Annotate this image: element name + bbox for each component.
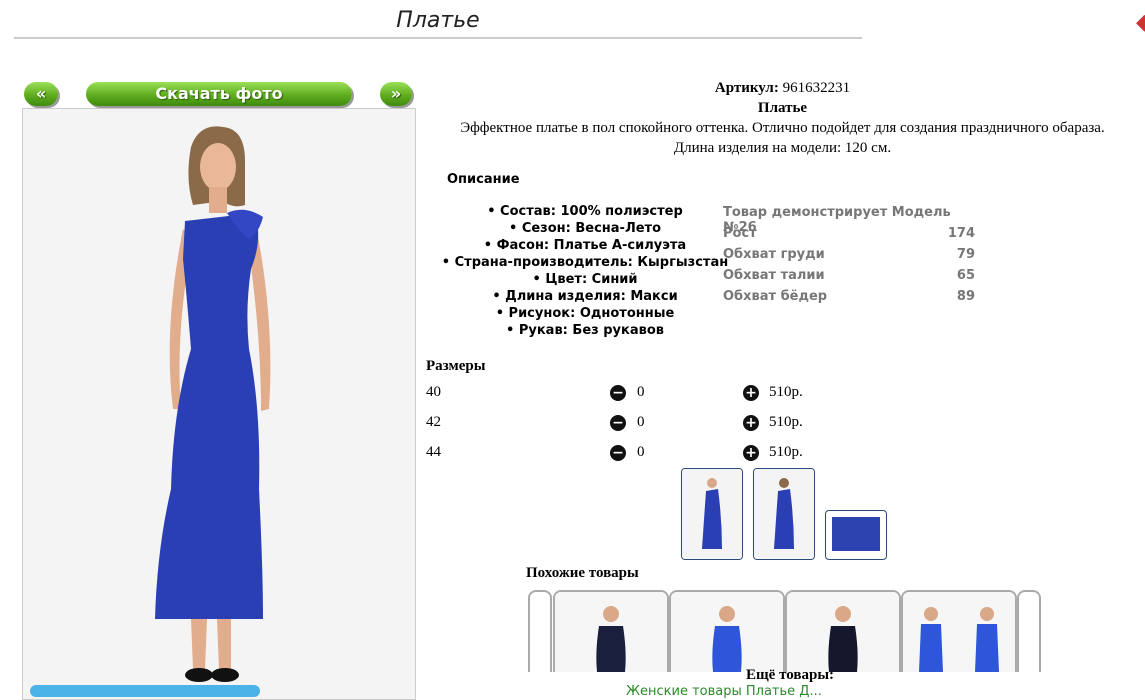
minus-icon[interactable]: −: [610, 415, 626, 431]
size-quantity: 0: [637, 384, 645, 400]
size-value: 42: [426, 414, 441, 430]
size-row: 42 − 0 + 510р.: [426, 414, 826, 434]
plus-icon[interactable]: +: [743, 445, 759, 461]
minus-icon[interactable]: −: [610, 445, 626, 461]
similar-item[interactable]: [785, 590, 901, 672]
properties-list: • Состав: 100% полиэстер • Сезон: Весна-…: [430, 203, 740, 339]
product-description: Эффектное платье в пол спокойного оттенк…: [460, 120, 1105, 136]
size-quantity: 0: [637, 444, 645, 460]
model-row: Обхват бёдер 89: [723, 289, 975, 304]
color-swatch-thumbnail[interactable]: [825, 510, 887, 560]
product-info: Артикул: 961632231 Платье Эффектное плат…: [420, 78, 1145, 158]
next-photo-button[interactable]: »: [380, 82, 412, 106]
size-price: 510р.: [769, 414, 803, 430]
similar-next-arrow[interactable]: [1017, 590, 1041, 672]
size-row: 44 − 0 + 510р.: [426, 444, 826, 464]
property-item: • Цвет: Синий: [532, 272, 638, 287]
size-value: 40: [426, 384, 441, 400]
article-number: 961632231: [782, 80, 851, 96]
model-row: Рост 174: [723, 226, 975, 241]
close-icon[interactable]: ◆: [1136, 10, 1145, 36]
similar-item[interactable]: [901, 590, 1017, 672]
property-item: • Сезон: Весна-Лето: [508, 221, 662, 236]
product-thumbnail[interactable]: [753, 468, 815, 560]
size-quantity: 0: [637, 414, 645, 430]
similar-item[interactable]: [553, 590, 669, 672]
similar-prev-arrow[interactable]: [528, 590, 552, 672]
article-label: Артикул:: [714, 80, 779, 96]
property-item: • Рукав: Без рукавов: [506, 323, 664, 338]
product-name: Платье: [757, 100, 808, 116]
property-item: • Страна-производитель: Кыргызстан: [441, 255, 729, 270]
download-photo-button[interactable]: Скачать фото: [86, 82, 352, 106]
model-row: Обхват талии 65: [723, 268, 975, 283]
minus-icon[interactable]: −: [610, 385, 626, 401]
description-heading: Описание: [447, 172, 520, 187]
download-progress-bar[interactable]: [30, 685, 260, 697]
page-title: Платье: [396, 8, 480, 33]
property-item: • Рисунок: Однотонные: [495, 306, 675, 321]
color-swatch: [832, 517, 880, 551]
size-price: 510р.: [769, 384, 803, 400]
title-divider: [14, 37, 862, 39]
size-price: 510р.: [769, 444, 803, 460]
main-product-photo[interactable]: [22, 108, 416, 700]
prev-photo-button[interactable]: «: [24, 82, 58, 106]
model-dress-image: [23, 109, 415, 699]
property-item: • Состав: 100% полиэстер: [487, 204, 683, 219]
length-note: Длина изделия на модели: 120 см.: [673, 140, 892, 156]
property-item: • Фасон: Платье А-силуэта: [483, 238, 687, 253]
size-value: 44: [426, 444, 441, 460]
sizes-heading: Размеры: [426, 358, 486, 374]
product-thumbnail[interactable]: [681, 468, 743, 560]
model-heading: Товар демонстрирует Модель №26: [723, 205, 951, 235]
size-row: 40 − 0 + 510р.: [426, 384, 826, 404]
similar-item[interactable]: [669, 590, 785, 672]
plus-icon[interactable]: +: [743, 415, 759, 431]
similar-heading: Похожие товары: [526, 565, 639, 581]
more-heading: Ещё товары:: [746, 667, 835, 683]
property-item: • Длина изделия: Макси: [492, 289, 678, 304]
model-measurements: Товар демонстрирует Модель №26 Рост 174 О…: [723, 205, 975, 310]
plus-icon[interactable]: +: [743, 385, 759, 401]
model-row: Обхват груди 79: [723, 247, 975, 262]
